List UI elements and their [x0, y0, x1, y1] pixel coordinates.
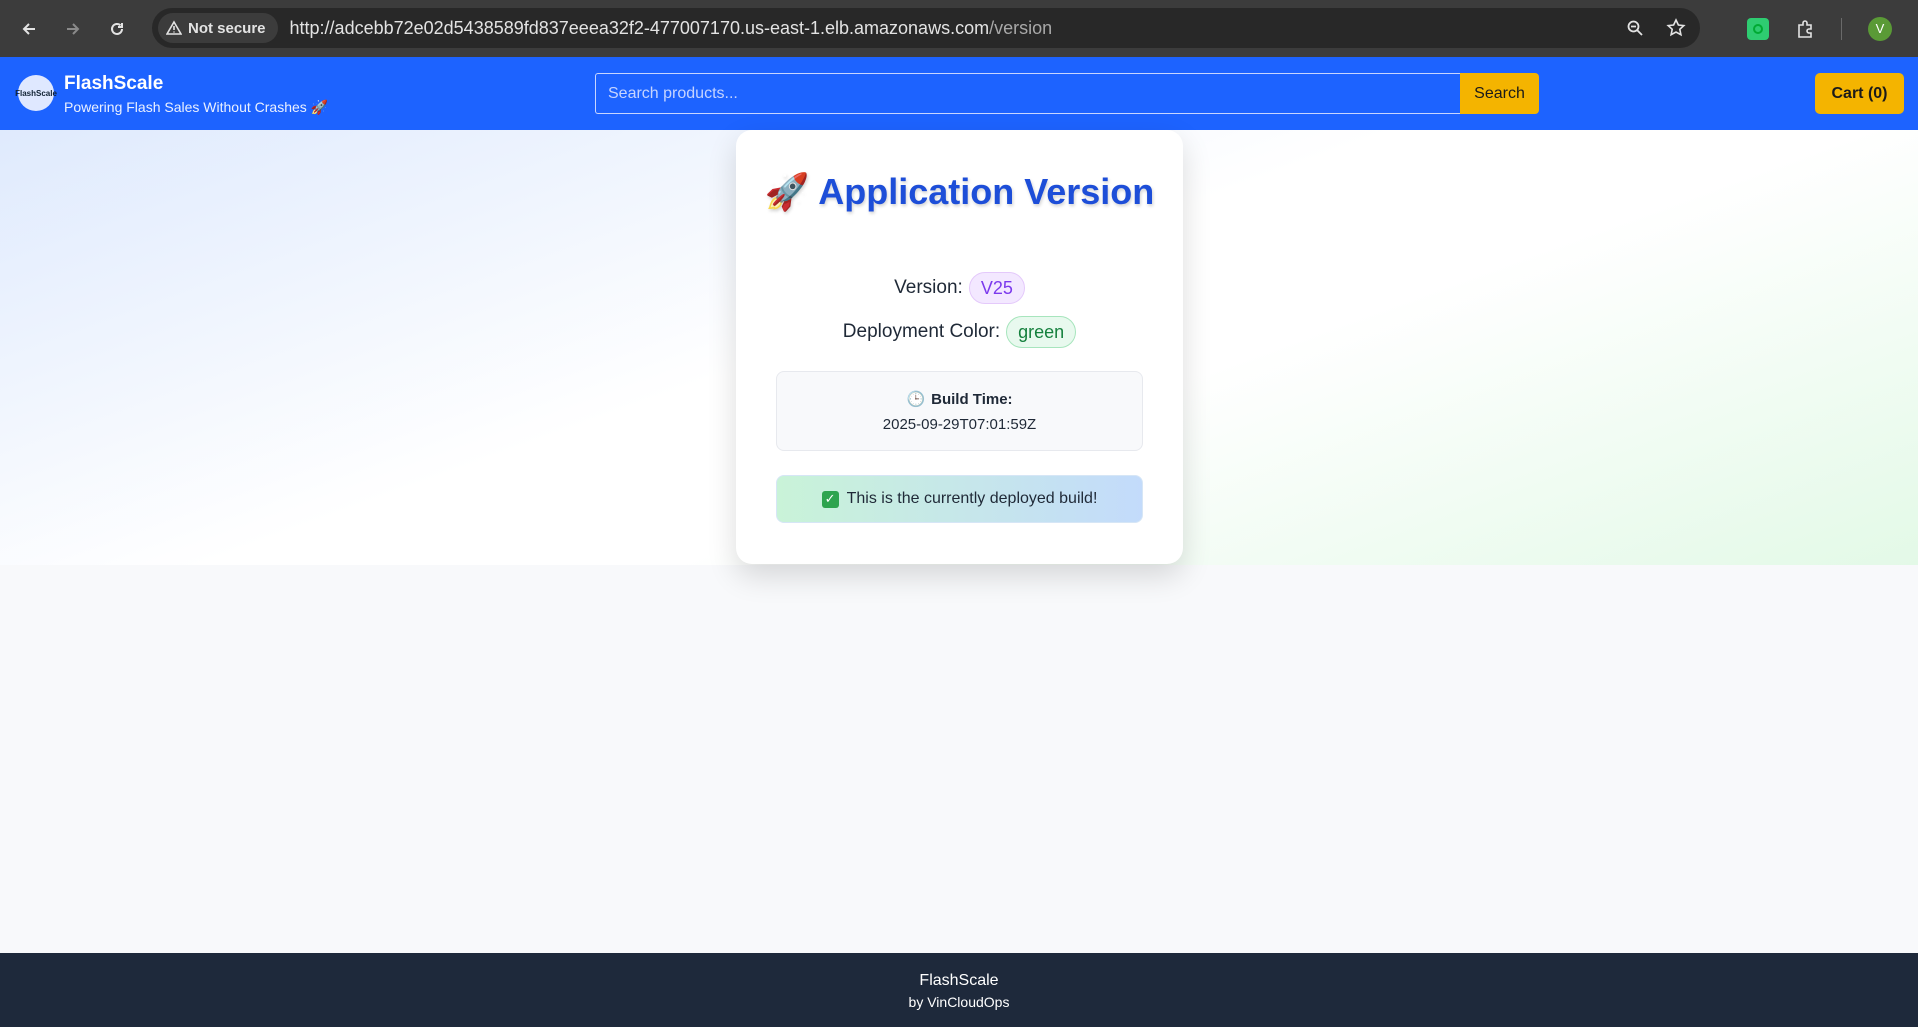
back-button[interactable] — [14, 14, 44, 44]
page-title: 🚀 Application Version — [736, 172, 1183, 212]
deployed-status-banner: ✓ This is the currently deployed build! — [776, 475, 1143, 523]
brand-tagline: Powering Flash Sales Without Crashes 🚀 — [64, 99, 329, 115]
deployment-color-badge: green — [1006, 316, 1077, 348]
site-footer: FlashScale by VinCloudOps — [0, 953, 1918, 1027]
extension-icon[interactable] — [1747, 17, 1769, 40]
check-icon: ✓ — [821, 490, 839, 508]
forward-arrow-icon — [67, 22, 80, 35]
brand-name[interactable]: FlashScale — [64, 73, 163, 95]
star-icon[interactable] — [1666, 18, 1686, 38]
search-input[interactable] — [595, 73, 1460, 114]
search-button[interactable]: Search — [1460, 73, 1539, 114]
profile-avatar[interactable]: V — [1868, 16, 1892, 41]
address-bar[interactable]: Not secure http://adcebb72e02d5438589fd8… — [152, 8, 1700, 48]
build-time-box: 🕒 Build Time: 2025-09-29T07:01:59Z — [776, 371, 1143, 451]
url-text[interactable]: http://adcebb72e02d5438589fd837eeea32f2-… — [290, 18, 1053, 39]
deployed-status-text: This is the currently deployed build! — [846, 490, 1098, 507]
version-row: Version: V25 — [736, 272, 1183, 304]
back-arrow-icon — [22, 22, 35, 35]
brand-logo[interactable]: FlashScale — [15, 75, 57, 111]
build-time-value: 2025-09-29T07:01:59Z — [882, 416, 1037, 433]
puzzle-icon[interactable] — [1795, 19, 1815, 39]
rocket-icon: 🚀 — [764, 171, 810, 212]
deployment-color-row: Deployment Color: green — [736, 316, 1183, 348]
security-label: Not secure — [188, 19, 266, 37]
zoom-icon[interactable] — [1626, 19, 1644, 37]
deployment-color-label: Deployment Color: — [842, 321, 1001, 342]
clock-icon: 🕒 — [906, 391, 926, 408]
footer-credit: by VinCloudOps — [908, 994, 1010, 1010]
browser-toolbar: Not secure http://adcebb72e02d5438589fd8… — [0, 0, 1918, 57]
url-host: http://adcebb72e02d5438589fd837eeea32f2-… — [289, 17, 990, 38]
warning-icon — [166, 20, 182, 35]
build-time-label: Build Time: — [931, 390, 1013, 408]
reload-icon — [111, 22, 123, 35]
url-path: /version — [989, 17, 1053, 38]
version-card: 🚀 Application Version Version: V25 Deplo… — [736, 130, 1183, 564]
forward-button[interactable] — [58, 14, 88, 44]
version-badge: V25 — [968, 272, 1025, 304]
toolbar-divider — [1841, 17, 1842, 40]
version-label: Version: — [894, 277, 963, 298]
cart-button[interactable]: Cart (0) — [1815, 73, 1904, 114]
security-chip[interactable]: Not secure — [158, 13, 278, 43]
site-header: FlashScale FlashScale Powering Flash Sal… — [0, 57, 1918, 130]
reload-button[interactable] — [102, 14, 132, 44]
footer-brand: FlashScale — [919, 972, 999, 989]
page-title-text: Application Version — [818, 171, 1155, 212]
